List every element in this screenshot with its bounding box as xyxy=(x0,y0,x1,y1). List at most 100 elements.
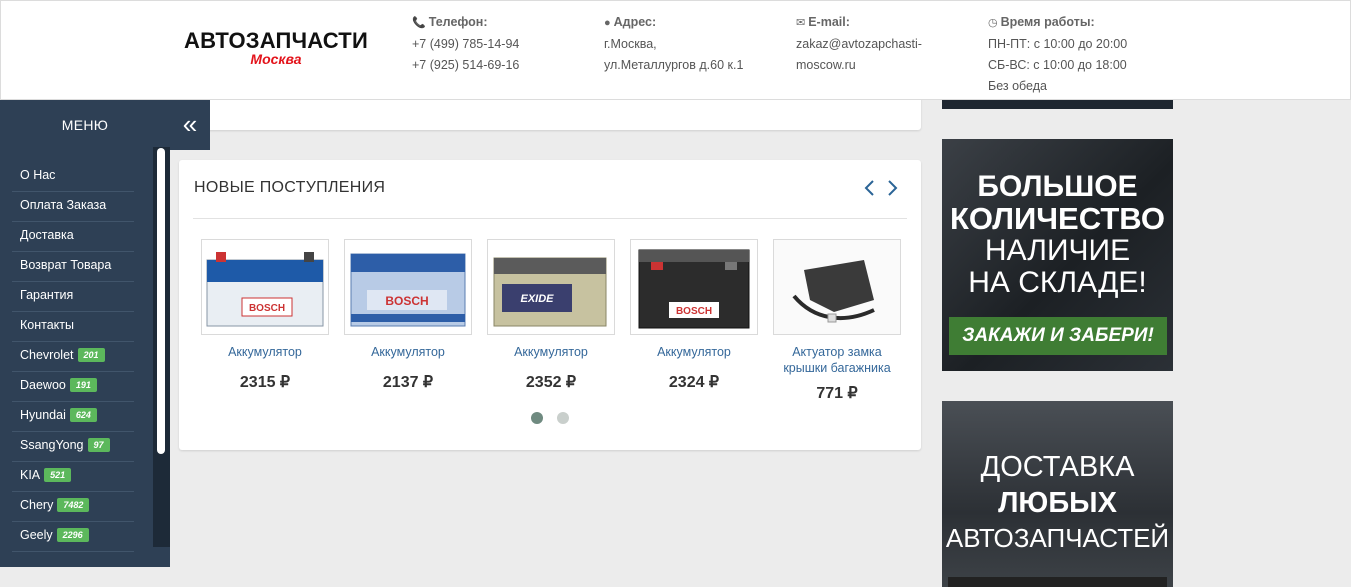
svg-text:BOSCH: BOSCH xyxy=(249,303,285,314)
sidebar-item-label: Контакты xyxy=(20,318,74,332)
sidebar-item[interactable]: Доставка xyxy=(12,222,134,252)
product-name[interactable]: Аккумулятор xyxy=(201,344,329,360)
count-badge: 2296 xyxy=(56,527,89,542)
sidebar-item[interactable]: Контакты xyxy=(12,312,134,342)
count-badge: 97 xyxy=(87,437,110,452)
sidebar-item-label: Chery xyxy=(20,498,54,512)
email-label: E-mail: xyxy=(808,15,850,29)
carousel-dot[interactable] xyxy=(557,412,569,424)
product-card[interactable]: EXIDE Аккумулятор 2352 ₽ xyxy=(487,239,615,392)
email-line-1[interactable]: zakaz@avtozapchasti- xyxy=(796,34,922,55)
sidebar-item-label: Daewoo xyxy=(20,378,66,392)
banner-cta[interactable]: ЗАКАЖИ И ЗАБЕРИ! xyxy=(949,317,1167,355)
battery-image[interactable]: EXIDE xyxy=(487,239,615,335)
product-name[interactable]: Аккумулятор xyxy=(487,344,615,360)
sidebar-menu: МЕНЮ « О Нас Оплата Заказа Доставка Возврат… xyxy=(0,100,210,567)
sidebar-item[interactable]: Chery 7482 xyxy=(12,492,134,522)
banner-line-3: АВТОЗАПЧАСТЕЙ xyxy=(945,523,1170,553)
phone-label: Телефон: xyxy=(428,15,488,29)
email-line-2[interactable]: moscow.ru xyxy=(796,55,922,76)
hours-weekend: СБ-ВС: с 10:00 до 18:00 xyxy=(988,58,1127,72)
address-line-1: г.Москва, xyxy=(604,37,657,51)
product-name[interactable]: Аккумулятор xyxy=(630,344,758,360)
product-price: 2315 ₽ xyxy=(239,374,291,391)
header-email-block: ✉ E-mail: zakaz@avtozapchasti- moscow.ru xyxy=(796,12,922,76)
sidebar-scrollbar-thumb[interactable] xyxy=(157,148,165,454)
carousel-dot-active[interactable] xyxy=(531,412,543,424)
svg-text:BOSCH: BOSCH xyxy=(676,306,712,317)
phone-number-2[interactable]: +7 (925) 514-69-16 xyxy=(412,55,519,76)
product-price: 2137 ₽ xyxy=(382,374,434,391)
chevron-right-icon xyxy=(888,180,898,196)
carousel-prev-button[interactable] xyxy=(861,178,877,200)
section-title: НОВЫЕ ПОСТУПЛЕНИЯ xyxy=(194,179,386,196)
sidebar-item[interactable]: SsangYong 97 xyxy=(12,432,134,462)
menu-header: МЕНЮ xyxy=(0,100,170,150)
stock-banner[interactable]: БОЛЬШОЕ КОЛИЧЕСТВО НАЛИЧИЕ НА СКЛАДЕ! ЗА… xyxy=(942,139,1173,371)
sidebar-item-label: Оплата Заказа xyxy=(20,198,107,212)
battery-image[interactable]: BOSCH xyxy=(630,239,758,335)
banner-line-2: ЛЮБЫХ xyxy=(998,487,1117,519)
sidebar-item[interactable]: Daewoo 191 xyxy=(12,372,134,402)
hours-weekdays: ПН-ПТ: с 10:00 до 20:00 xyxy=(988,37,1128,51)
count-badge: 201 xyxy=(77,347,105,362)
sidebar-item[interactable]: Возврат Товара xyxy=(12,252,134,282)
count-badge: 521 xyxy=(44,467,72,482)
sidebar-item[interactable]: KIA 521 xyxy=(12,462,134,492)
address-label: Адрес: xyxy=(613,15,657,29)
sidebar-item-label: SsangYong xyxy=(20,438,84,452)
sidebar-item[interactable]: Hyundai 624 xyxy=(12,402,134,432)
sidebar-item[interactable]: Оплата Заказа xyxy=(12,192,134,222)
header-phone-block: 📞 Телефон: +7 (499) 785-14-94 +7 (925) 51… xyxy=(412,12,519,76)
double-chevron-left-icon: « xyxy=(182,109,198,139)
banner-line-4: НА СКЛАДЕ! xyxy=(968,266,1147,299)
sidebar-item-label: Hyundai xyxy=(20,408,66,422)
sidebar-item-label: KIA xyxy=(20,468,41,482)
header-address-block: ● Адрес: г.Москва, ул.Металлургов д.60 к.… xyxy=(604,12,743,76)
product-name[interactable]: Аккумулятор xyxy=(344,344,472,360)
logo-title: АВТОЗАПЧАСТИ xyxy=(184,28,368,53)
sidebar-item-label: Доставка xyxy=(20,228,74,242)
sidebar-item[interactable]: О Нас xyxy=(12,162,134,192)
hours-note: Без обеда xyxy=(988,79,1047,93)
product-card[interactable]: BOSCH Аккумулятор 2324 ₽ xyxy=(630,239,758,392)
clock-icon: ◷ xyxy=(988,17,998,29)
logo-city: Москва xyxy=(250,51,302,67)
sidebar-item-label: Chevrolet xyxy=(20,348,74,362)
battery-image[interactable]: BOSCH xyxy=(344,239,472,335)
section-divider xyxy=(193,218,907,219)
banner-line-1: ДОСТАВКА xyxy=(980,451,1135,483)
header-hours-block: ◷ Время работы: ПН-ПТ: с 10:00 до 20:00 С… xyxy=(988,12,1127,97)
actuator-image[interactable] xyxy=(773,239,901,335)
svg-text:EXIDE: EXIDE xyxy=(520,293,554,305)
sidebar-item[interactable]: Chevrolet 201 xyxy=(12,342,134,372)
menu-collapse-button[interactable]: « xyxy=(170,100,210,150)
svg-text:BOSCH: BOSCH xyxy=(385,294,428,308)
product-card[interactable]: Актуатор замка крышки багажника 771 ₽ xyxy=(773,239,901,403)
product-card[interactable]: BOSCH Аккумулятор 2137 ₽ xyxy=(344,239,472,392)
product-name[interactable]: Актуатор замка крышки багажника xyxy=(773,344,901,376)
battery-image[interactable]: BOSCH xyxy=(201,239,329,335)
carousel-next-button[interactable] xyxy=(885,178,901,200)
count-badge: 7482 xyxy=(57,497,90,512)
sidebar-item-label: Возврат Товара xyxy=(20,258,112,272)
address-line-2: ул.Металлургов д.60 к.1 xyxy=(604,58,744,72)
envelope-icon: ✉ xyxy=(796,17,806,29)
delivery-banner[interactable]: ДОСТАВКА ЛЮБЫХ АВТОЗАПЧАСТЕЙ xyxy=(942,401,1173,587)
product-card[interactable]: BOSCH Аккумулятор 2315 ₽ xyxy=(201,239,329,392)
sidebar-item-label: О Нас xyxy=(20,168,56,182)
site-logo[interactable]: АВТОЗАПЧАСТИ Москва xyxy=(181,28,371,67)
sidebar-item[interactable]: Geely 2296 xyxy=(12,522,134,552)
map-marker-icon: ● xyxy=(604,17,611,29)
sidebar-item-label: Гарантия xyxy=(20,288,74,302)
banner-line-2: КОЛИЧЕСТВО xyxy=(949,201,1166,236)
banner-cta-partial[interactable] xyxy=(948,577,1167,587)
phone-number-1[interactable]: +7 (499) 785-14-94 xyxy=(412,34,519,55)
chevron-left-icon xyxy=(864,180,874,196)
product-price: 771 ₽ xyxy=(816,385,858,402)
banner-line-3: НАЛИЧИЕ xyxy=(984,234,1131,267)
sidebar-item[interactable]: Гарантия xyxy=(12,282,134,312)
product-price: 2352 ₽ xyxy=(525,374,577,391)
new-arrivals-section: НОВЫЕ ПОСТУПЛЕНИЯ BOSCH Аккумулятор 2315… xyxy=(179,160,921,450)
hours-label: Время работы: xyxy=(1000,15,1095,29)
